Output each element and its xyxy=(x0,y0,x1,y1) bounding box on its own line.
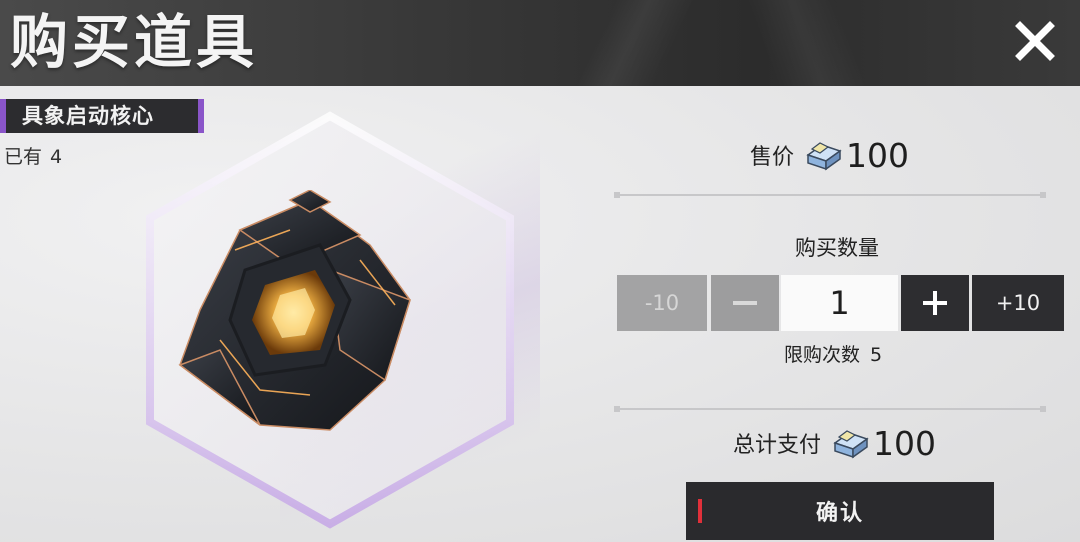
minus-10-button[interactable]: -10 xyxy=(617,275,707,331)
plus-10-label: +10 xyxy=(995,291,1041,315)
plus-icon xyxy=(923,291,947,315)
plus-button[interactable] xyxy=(901,275,969,331)
header-bar: 购买道具 xyxy=(0,0,1080,86)
price-label: 售价 xyxy=(750,145,795,170)
purchase-limit-label: 限购次数 xyxy=(784,344,861,366)
activation-core-cube-icon xyxy=(178,190,411,431)
crystal-currency-icon xyxy=(833,430,869,459)
confirm-accent-bar xyxy=(698,499,702,523)
confirm-button[interactable]: 确认 xyxy=(686,482,994,540)
total-label: 总计支付 xyxy=(733,433,822,458)
close-button[interactable] xyxy=(1012,18,1058,64)
price-value: 100 xyxy=(846,135,910,175)
quantity-label: 购买数量 xyxy=(795,236,879,260)
close-icon xyxy=(1015,21,1055,61)
owned-count: 4 xyxy=(50,146,63,168)
page-title: 购买道具 xyxy=(10,8,259,76)
price-row: 售价 100 xyxy=(750,134,909,176)
plus-10-button[interactable]: +10 xyxy=(972,275,1064,331)
crystal-currency-icon xyxy=(806,142,842,171)
divider-top xyxy=(614,192,1046,198)
quantity-stepper-value[interactable]: 1 xyxy=(781,275,898,331)
minus-10-label: -10 xyxy=(644,291,680,315)
purchase-limit-row: 限购次数 5 xyxy=(784,340,882,367)
divider-bottom xyxy=(614,406,1046,412)
confirm-label: 确认 xyxy=(815,501,864,526)
total-row: 总计支付 100 xyxy=(733,422,936,464)
owned-count-row: 已有 4 xyxy=(4,142,70,169)
total-value: 100 xyxy=(873,423,937,463)
minus-icon xyxy=(733,301,757,305)
purchase-limit-value: 5 xyxy=(870,344,883,366)
owned-label: 已有 xyxy=(4,146,43,168)
item-name: 具象启动核心 xyxy=(22,104,154,128)
minus-button[interactable] xyxy=(711,275,779,331)
